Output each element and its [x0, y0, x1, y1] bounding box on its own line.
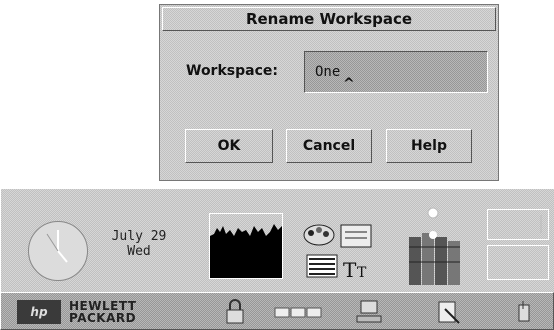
workspace-name-value: One — [315, 64, 341, 80]
clock-icon[interactable] — [28, 221, 88, 281]
ok-button[interactable]: OK — [185, 129, 273, 163]
date-month-day: July 29 — [111, 229, 167, 244]
applications-icon[interactable]: T T — [301, 221, 375, 283]
taskbar: hp HEWLETT PACKARD — [0, 292, 554, 330]
calendar-date[interactable]: July 29 Wed — [109, 229, 169, 259]
front-panel-controls: July 29 Wed T T — [0, 188, 554, 294]
rename-workspace-dialog: Rename Workspace Workspace: One ^ OK Can… — [159, 4, 499, 181]
date-weekday: Wed — [127, 244, 151, 259]
dialog-title: Rename Workspace — [162, 7, 496, 31]
workspace-name-input[interactable]: One ^ — [304, 51, 488, 93]
lock-icon[interactable] — [219, 299, 251, 325]
mail-icon[interactable] — [405, 207, 465, 287]
terminal-icon[interactable] — [353, 299, 385, 325]
workspace-label: Workspace: — [186, 63, 278, 79]
trash-icon[interactable] — [487, 209, 549, 281]
svg-text:T: T — [357, 265, 367, 281]
hp-logo: hp HEWLETT PACKARD — [17, 300, 185, 324]
edit-icon[interactable] — [433, 299, 465, 325]
help-icon[interactable] — [511, 299, 543, 325]
front-panel: July 29 Wed T T hp HEWLETT PACKARD — [0, 188, 554, 330]
performance-meter-icon[interactable] — [209, 213, 283, 279]
hp-logo-mark: hp — [17, 300, 61, 324]
workspace-switch-icon[interactable] — [273, 299, 323, 325]
svg-text:T: T — [343, 258, 357, 282]
cancel-button[interactable]: Cancel — [286, 129, 372, 163]
text-caret: ^ — [343, 76, 355, 92]
help-button[interactable]: Help — [386, 129, 472, 163]
hp-logo-text: HEWLETT PACKARD — [69, 299, 137, 325]
